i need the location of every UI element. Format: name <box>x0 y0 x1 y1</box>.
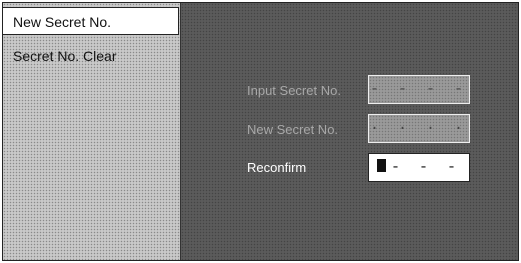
menu-panel: New Secret No. Secret No. Clear <box>3 3 181 260</box>
new-secret-no-label: New Secret No. <box>247 122 339 137</box>
secret-number-screen: New Secret No. Secret No. Clear Input Se… <box>2 2 519 261</box>
menu-item-label: Secret No. Clear <box>13 48 117 64</box>
new-secret-no-field[interactable]: · · · · <box>368 114 470 143</box>
reconfirm-label: Reconfirm <box>247 160 307 175</box>
input-secret-no-label: Input Secret No. <box>247 83 341 98</box>
reconfirm-value: - - - <box>390 159 461 176</box>
input-secret-no-field[interactable]: - - - - <box>368 75 470 104</box>
menu-item-new-secret-no[interactable]: New Secret No. <box>3 7 179 35</box>
menu-item-secret-no-clear[interactable]: Secret No. Clear <box>3 43 179 69</box>
secret-number-form: Input Secret No. - - - - New Secret No. … <box>181 3 518 260</box>
reconfirm-field[interactable]: - - - <box>368 153 470 182</box>
menu-item-label: New Secret No. <box>13 14 112 30</box>
input-cursor <box>376 159 386 172</box>
